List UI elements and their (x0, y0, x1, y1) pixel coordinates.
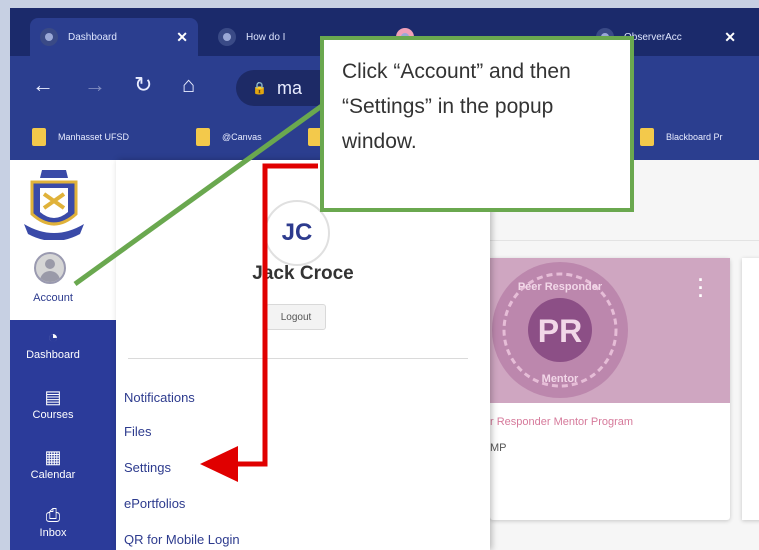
tab-title: How do I (246, 31, 286, 43)
nav-label: Courses (32, 409, 74, 421)
account-nav-label[interactable]: Account (10, 292, 96, 304)
bookmark-label: Blackboard Pr (666, 132, 723, 142)
address-text: ma (276, 77, 302, 98)
inbox-icon: ⎙ (45, 505, 61, 525)
loading-favicon-icon (218, 28, 236, 46)
dashboard-content: PR Peer Responder Mentor · · · r Responder… (490, 160, 759, 550)
course-card-title[interactable]: r Responder Mentor Program (490, 416, 710, 428)
forward-arrow-icon[interactable]: → (84, 72, 106, 98)
bookmark-folder-icon (640, 128, 654, 146)
global-nav-header: Account (10, 160, 116, 320)
course-card-image: PR Peer Responder Mentor · · · (490, 258, 730, 403)
nav-inbox[interactable]: ⎙ Inbox (10, 506, 96, 539)
badge-top-text: Peer Responder (518, 281, 603, 293)
back-arrow-icon[interactable]: ← (32, 72, 54, 98)
school-crest-logo (24, 170, 84, 240)
account-avatar-icon[interactable] (34, 252, 66, 284)
course-card-partial[interactable] (742, 258, 759, 520)
dashboard-icon: ◔ (47, 327, 59, 347)
tab-title: Dashboard (68, 31, 117, 43)
bookmark-folder-icon (32, 128, 46, 146)
bookmark-canvas[interactable]: @Canvas (196, 128, 262, 146)
header-divider (490, 240, 759, 241)
instruction-callout: Click “Account” and then “Settings” in t… (320, 36, 634, 212)
nav-courses[interactable]: ▤ Courses (10, 388, 96, 421)
nav-label: Dashboard (26, 349, 80, 361)
bookmark-blackboard[interactable]: Blackboard Pr (640, 128, 723, 146)
reload-icon[interactable]: ↻ (134, 72, 152, 98)
badge-text: PR (538, 313, 582, 349)
lock-icon: 🔒 (252, 81, 267, 95)
global-navigation: Account ◔ Dashboard ▤ Courses ▦ Calendar… (10, 160, 116, 550)
tab-how-do-i[interactable]: How do I (208, 18, 328, 56)
peer-responder-badge-icon: PR Peer Responder Mentor (492, 262, 628, 398)
link-settings[interactable]: Settings (124, 460, 171, 475)
bookmark-folder-icon (196, 128, 210, 146)
course-card-code: MP (490, 442, 507, 454)
nav-label: Calendar (30, 469, 76, 481)
nav-dashboard[interactable]: ◔ Dashboard (10, 328, 96, 361)
link-eportfolios[interactable]: ePortfolios (124, 496, 185, 511)
canvas-favicon-icon (40, 28, 58, 46)
courses-icon: ▤ (44, 387, 62, 407)
badge-bottom-text: Mentor (542, 373, 579, 385)
nav-calendar[interactable]: ▦ Calendar (10, 448, 96, 481)
close-tab-icon[interactable]: ✕ (724, 29, 736, 46)
home-icon[interactable]: ⌂ (182, 72, 195, 98)
bookmark-label: Manhasset UFSD (58, 132, 130, 142)
link-qr-mobile-login[interactable]: QR for Mobile Login (124, 532, 240, 547)
bookmark-manhasset[interactable]: Manhasset UFSD (32, 128, 129, 146)
card-options-icon[interactable]: · · · (698, 271, 704, 305)
tab-dashboard[interactable]: Dashboard ✕ (30, 18, 198, 56)
close-tab-icon[interactable]: ✕ (176, 29, 188, 46)
tray-divider (128, 358, 468, 359)
calendar-icon: ▦ (44, 447, 62, 467)
link-files[interactable]: Files (124, 424, 151, 439)
nav-label: Inbox (39, 527, 67, 539)
course-card[interactable]: PR Peer Responder Mentor · · · r Responder… (490, 258, 730, 520)
logout-button[interactable]: Logout (266, 304, 326, 330)
bookmark-label: @Canvas (222, 132, 262, 142)
user-name: Jack Croce (252, 263, 354, 284)
screenshot-frame: Dashboard ✕ How do I ObserverAcc ✕ ← → ↻… (0, 0, 759, 550)
link-notifications[interactable]: Notifications (124, 390, 195, 405)
account-tray: JC Jack Croce Logout Notifications Files… (116, 160, 490, 550)
